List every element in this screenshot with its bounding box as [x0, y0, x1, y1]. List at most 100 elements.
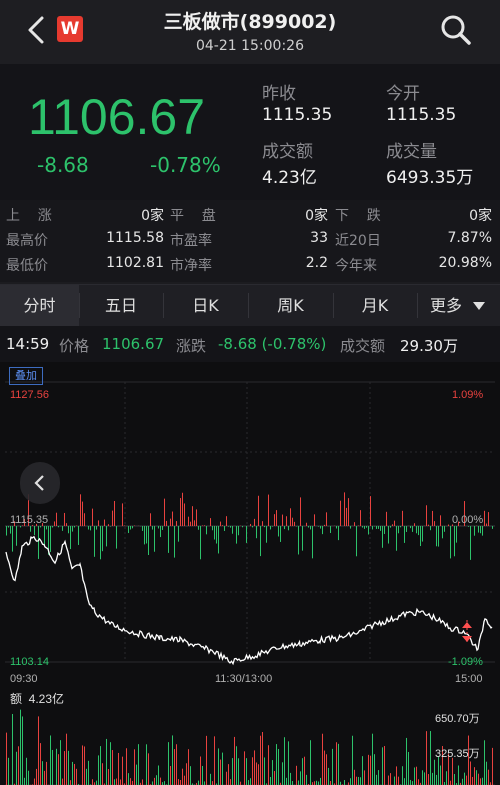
volume-bar — [210, 773, 211, 785]
volume-bar — [328, 767, 329, 785]
volume-bar — [464, 772, 465, 785]
minute-change-bar — [416, 526, 417, 534]
volume-bar — [472, 776, 473, 785]
info-amt-label: 成交额 — [340, 337, 386, 355]
minute-change-bar — [454, 526, 455, 557]
minute-change-bar — [116, 526, 117, 549]
minute-change-bar — [142, 526, 143, 531]
info-price-label: 价格 — [59, 337, 90, 355]
volume-bar — [394, 776, 395, 785]
minute-change-bar — [474, 526, 475, 536]
volume-bar — [476, 770, 477, 785]
minute-change-bar — [480, 526, 481, 534]
volume-bar — [52, 749, 53, 785]
minute-change-bar — [236, 526, 237, 544]
volume-bar — [58, 754, 59, 785]
volume-bar — [66, 733, 67, 785]
minute-change-bar — [98, 520, 99, 526]
minute-change-bar — [30, 526, 31, 532]
minute-change-bar — [370, 496, 371, 526]
volume-bar — [274, 771, 275, 785]
volume-bar — [184, 775, 185, 785]
volume-bar — [158, 765, 159, 785]
volume-bar — [398, 776, 399, 785]
collapse-panel-button[interactable] — [20, 462, 60, 504]
volume-bar — [222, 752, 223, 785]
minute-change-bar — [262, 521, 263, 526]
minute-change-bar — [94, 526, 95, 557]
minute-change-bar — [354, 522, 355, 526]
volume-bar — [244, 751, 245, 785]
volume-bar — [446, 771, 447, 785]
tab-intraday[interactable]: 分时 — [0, 285, 79, 326]
volume-bar — [300, 771, 301, 785]
minute-change-bar — [362, 526, 363, 528]
minute-change-bar — [300, 497, 301, 526]
tab-daily-k[interactable]: 日K — [164, 285, 247, 326]
volume-bar — [60, 740, 61, 785]
y-axis-bottom-price: 1103.14 — [10, 656, 49, 668]
volume-bar — [126, 748, 127, 785]
minute-change-bar — [484, 510, 485, 526]
minute-change-bar — [294, 521, 295, 526]
volume-bar — [6, 732, 7, 785]
volume-bar — [228, 764, 229, 785]
minute-change-bar — [50, 526, 51, 552]
minute-change-bar — [58, 526, 59, 528]
minute-change-bar — [46, 526, 47, 530]
volume-bar — [354, 769, 355, 785]
y-axis-mid-pct: 0.00% — [452, 514, 484, 526]
minute-change-bar — [190, 521, 191, 526]
volume-bar — [218, 748, 219, 785]
volume-bar — [418, 779, 419, 785]
tab-weekly-k[interactable]: 周K — [249, 285, 332, 326]
volume-bar — [112, 750, 113, 785]
volume-bar — [262, 732, 263, 785]
overlay-button[interactable]: 叠加 — [9, 367, 43, 385]
minute-change-bar — [108, 524, 109, 526]
volume-bar — [84, 746, 85, 785]
volume-bar — [250, 778, 251, 785]
volume-bar — [82, 745, 83, 785]
search-icon[interactable] — [438, 12, 474, 48]
volume-bar — [76, 768, 77, 785]
up-count-label: 上 涨 — [6, 208, 52, 224]
volume-bar — [482, 777, 483, 785]
minute-change-bar — [450, 526, 451, 559]
minute-change-bar — [318, 526, 319, 527]
minute-change-bar — [10, 526, 11, 534]
intraday-chart-graphic — [5, 381, 495, 785]
minute-change-bar — [6, 526, 7, 536]
minute-change-bar — [438, 526, 439, 547]
volume-bar — [188, 749, 189, 785]
tab-more[interactable]: 更多 — [418, 285, 474, 326]
volume-bar — [296, 765, 297, 785]
minute-change-bar — [106, 526, 107, 547]
volume-bar — [470, 761, 471, 785]
volume-bar — [20, 709, 21, 785]
volume-bar — [246, 758, 247, 785]
minute-change-bar — [326, 512, 327, 526]
volume-bar — [344, 780, 345, 785]
flat-count-value: 0家 — [305, 208, 328, 224]
ytd-label: 今年来 — [335, 258, 377, 274]
tab-five-day[interactable]: 五日 — [80, 285, 162, 326]
tab-monthly-k[interactable]: 月K — [334, 285, 416, 326]
y-axis-bottom-pct: -1.09% — [448, 656, 483, 668]
volume-bar — [450, 780, 451, 785]
open-value: 1115.35 — [386, 105, 457, 125]
volume-bar — [40, 743, 41, 785]
d20-value: 7.87% — [447, 230, 492, 246]
volume-bar — [426, 731, 427, 785]
volume-bar — [458, 765, 459, 785]
volume-bar — [134, 749, 135, 785]
minute-change-bar — [344, 492, 345, 526]
minute-change-bar — [72, 526, 73, 532]
minute-change-bar — [246, 526, 247, 543]
minute-change-bar — [448, 524, 449, 526]
volume-bar — [292, 781, 293, 785]
volume-bar — [288, 741, 289, 785]
minute-change-bar — [178, 526, 179, 542]
minute-change-bar — [184, 503, 185, 526]
triangle-down-icon[interactable] — [472, 301, 486, 311]
